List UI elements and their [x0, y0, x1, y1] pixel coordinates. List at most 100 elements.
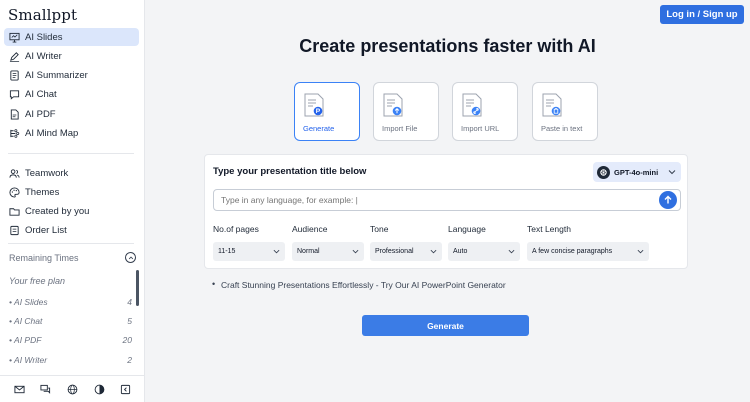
- quota-row: • AI PDF 20: [9, 331, 132, 350]
- mode-import-url-card[interactable]: Import URL: [452, 82, 518, 141]
- remaining-times-header: Remaining Times: [9, 252, 136, 263]
- sidebar-item-ai-writer[interactable]: AI Writer: [4, 47, 139, 65]
- mode-label: Import File: [382, 124, 418, 133]
- mail-icon[interactable]: [13, 383, 25, 395]
- sidebar-scrollbar[interactable]: [136, 270, 139, 306]
- language-select[interactable]: Auto: [448, 242, 520, 261]
- app-logo[interactable]: Smallppt: [8, 6, 77, 24]
- audience-value: Normal: [297, 248, 320, 255]
- sidebar-item-themes[interactable]: Themes: [4, 183, 139, 201]
- quota-label: • AI Writer: [9, 354, 48, 365]
- receipt-icon: [9, 225, 20, 236]
- text-length-label: Text Length: [527, 224, 571, 234]
- mode-label: Paste in text: [541, 124, 583, 133]
- mode-label: Import URL: [461, 124, 500, 133]
- folder-icon: [9, 206, 20, 217]
- collapse-sidebar-icon[interactable]: [120, 383, 132, 395]
- sidebar-item-label: AI Slides: [25, 31, 63, 43]
- sidebar-item-ai-pdf[interactable]: AI PDF: [4, 105, 139, 123]
- quota-label: • AI PDF: [9, 335, 42, 346]
- sidebar-item-label: AI Mind Map: [25, 127, 79, 139]
- language-label: Language: [448, 224, 486, 234]
- quota-label: • AI Slides: [9, 296, 48, 307]
- link-doc-icon: [462, 93, 482, 117]
- quota-row: • AI Chat 5: [9, 311, 132, 330]
- submit-title-button[interactable]: [659, 191, 677, 209]
- sidebar-divider: [8, 243, 134, 244]
- generate-doc-icon: [304, 93, 324, 117]
- sidebar-item-ai-chat[interactable]: AI Chat: [4, 86, 139, 104]
- quota-count: 2: [127, 354, 132, 365]
- pdf-icon: [9, 109, 20, 120]
- sidebar-item-label: AI Summarizer: [25, 70, 88, 82]
- sidebar-item-label: Teamwork: [25, 167, 69, 179]
- sidebar-bottom-bar: [0, 375, 145, 402]
- chevron-down-icon: [352, 249, 359, 254]
- primary-nav: AI Slides AI Writer AI Summarizer AI Cha…: [4, 28, 139, 144]
- chevron-down-icon: [273, 249, 280, 254]
- chevron-down-icon: [430, 249, 437, 254]
- model-select[interactable]: GPT-4o-mini: [593, 162, 681, 182]
- generate-button[interactable]: Generate: [362, 315, 529, 336]
- quota-label: • AI Chat: [9, 315, 43, 326]
- sidebar-item-teamwork[interactable]: Teamwork: [4, 164, 139, 182]
- chevron-up-icon[interactable]: [125, 252, 136, 263]
- quota-row: • AI Writer 2: [9, 350, 132, 369]
- sidebar-item-ai-mind-map[interactable]: AI Mind Map: [4, 124, 139, 142]
- page-title: Create presentations faster with AI: [299, 36, 596, 56]
- secondary-nav: Teamwork Themes Created by you Order Lis…: [4, 164, 139, 241]
- mode-label: Generate: [303, 124, 335, 133]
- openai-logo-icon: [597, 165, 610, 179]
- quota-count: 20: [122, 335, 132, 346]
- chat-bubbles-icon[interactable]: [40, 383, 52, 395]
- upload-doc-icon: [383, 93, 403, 117]
- panel-title: Type your presentation title below: [213, 166, 367, 177]
- text-length-value: A few concise paragraphs: [532, 248, 613, 255]
- text-length-select[interactable]: A few concise paragraphs: [527, 242, 649, 261]
- quota-list: • AI Slides 4 • AI Chat 5 • AI PDF 20 • AI …: [9, 292, 132, 369]
- sidebar: Smallppt AI Slides AI Writer AI Summariz…: [0, 0, 145, 402]
- tone-select[interactable]: Professional: [370, 242, 442, 261]
- sidebar-item-label: Created by you: [25, 206, 90, 218]
- document-icon: [9, 70, 20, 81]
- quota-count: 5: [127, 315, 132, 326]
- sidebar-item-label: AI PDF: [25, 108, 56, 120]
- sidebar-divider: [8, 153, 134, 154]
- tone-label: Tone: [370, 224, 389, 234]
- paste-doc-icon: [542, 93, 562, 117]
- tone-value: Professional: [375, 248, 414, 255]
- chat-icon: [9, 89, 20, 100]
- promo-text: Craft Stunning Presentations Effortlessl…: [212, 279, 506, 290]
- mode-paste-text-card[interactable]: Paste in text: [532, 82, 598, 141]
- language-value: Auto: [453, 248, 468, 255]
- palette-icon: [9, 187, 20, 198]
- quota-row: • AI Slides 4: [9, 292, 132, 311]
- free-plan-label: Your free plan: [9, 276, 66, 286]
- sidebar-item-ai-slides[interactable]: AI Slides: [4, 28, 139, 46]
- pages-value: 11-15: [218, 248, 236, 255]
- sidebar-item-ai-summarizer[interactable]: AI Summarizer: [4, 67, 139, 85]
- pages-select[interactable]: 11-15: [213, 242, 285, 261]
- generator-panel: Type your presentation title below GPT-4…: [204, 154, 688, 269]
- remaining-times-label: Remaining Times: [9, 252, 79, 263]
- login-signup-button[interactable]: Log in / Sign up: [660, 5, 744, 24]
- chevron-down-icon: [637, 249, 644, 254]
- globe-icon[interactable]: [66, 383, 78, 395]
- pen-icon: [9, 51, 20, 62]
- audience-select[interactable]: Normal: [292, 242, 364, 261]
- sidebar-item-created-by-you[interactable]: Created by you: [4, 203, 139, 221]
- sidebar-item-label: Themes: [25, 186, 60, 198]
- sidebar-item-label: Order List: [25, 225, 67, 237]
- mode-generate-card[interactable]: Generate: [294, 82, 360, 141]
- sidebar-item-order-list[interactable]: Order List: [4, 222, 139, 240]
- mindmap-icon: [9, 128, 20, 139]
- mode-import-file-card[interactable]: Import File: [373, 82, 439, 141]
- team-icon: [9, 168, 20, 179]
- arrow-up-icon: [664, 195, 672, 204]
- pages-label: No.of pages: [213, 224, 259, 234]
- quota-count: 4: [127, 296, 132, 307]
- contrast-icon[interactable]: [93, 383, 105, 395]
- model-select-value: GPT-4o-mini: [614, 167, 659, 177]
- chevron-down-icon: [508, 249, 515, 254]
- presentation-title-input[interactable]: [213, 189, 681, 211]
